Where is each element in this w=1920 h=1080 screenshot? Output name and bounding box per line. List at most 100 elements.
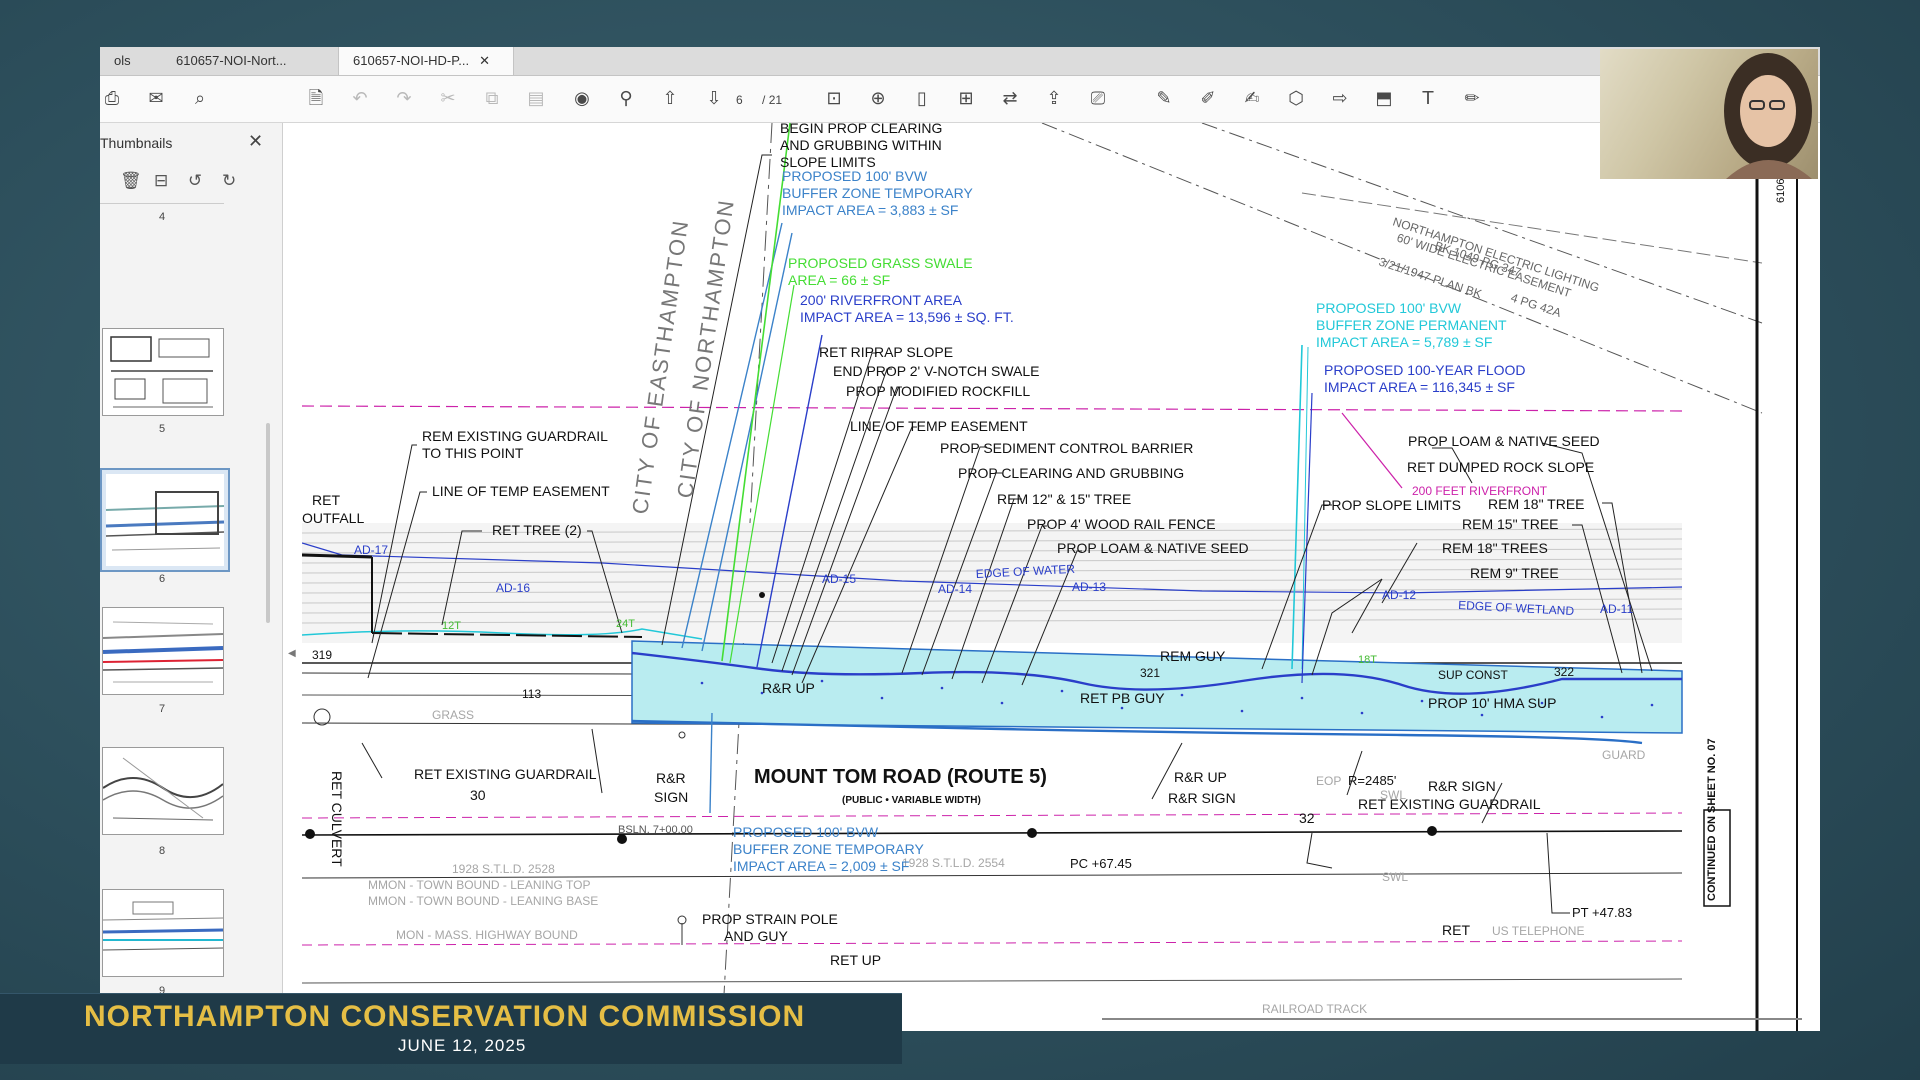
thumbnail-page-6[interactable] [100, 468, 230, 572]
text-box-icon[interactable]: T [1416, 87, 1440, 111]
thumbnail-page-5[interactable] [102, 328, 224, 416]
highlight-icon[interactable]: ✐ [1196, 87, 1220, 111]
site-plan-drawing: CITY OF EASTHAMPTON CITY OF NORTHAMPTON … [302, 123, 1802, 1031]
label-stld: 1928 S.T.L.D. 2528 [452, 862, 555, 876]
close-icon[interactable]: ✕ [479, 53, 490, 68]
snapshot-icon[interactable]: ◉ [570, 87, 594, 111]
thumbnail-number: 7 [158, 703, 166, 715]
thumbnail-page-7[interactable] [102, 607, 224, 695]
panel-title: Thumbnails [100, 135, 173, 151]
next-page-icon[interactable]: ⇩ [702, 87, 726, 111]
utility-pole [305, 829, 315, 839]
actual-size-icon[interactable]: ⊞ [954, 87, 978, 111]
cut-icon[interactable]: ✂ [436, 87, 460, 111]
label-dumped-rock: RET DUMPED ROCK SLOPE [1407, 459, 1594, 475]
redact-icon[interactable]: ⬒ [1372, 87, 1396, 111]
label-flood-impact: PROPOSED 100-YEAR FLOOD [1324, 362, 1526, 378]
label-temp-bvw: BUFFER ZONE TEMPORARY [782, 185, 974, 201]
banner-date: JUNE 12, 2025 [398, 1036, 527, 1055]
label-begin-clearing: BEGIN PROP CLEARING [780, 123, 942, 136]
arrow-icon[interactable]: ⇨ [1328, 87, 1352, 111]
zoom-icon[interactable]: ⊕ [866, 87, 890, 111]
redo-icon[interactable]: ↷ [392, 87, 416, 111]
collapse-panel-icon[interactable]: ◀ [288, 648, 296, 659]
label-riverfront-area: 200' RIVERFRONT AREA [800, 292, 963, 308]
page-current[interactable]: 6 [736, 93, 743, 107]
road-title: MOUNT TOM ROAD (ROUTE 5) [754, 766, 1047, 788]
comment-icon[interactable]: ✎ [1152, 87, 1176, 111]
label-ad: AD-16 [496, 581, 530, 595]
thumbnail-page-9[interactable] [102, 889, 224, 977]
easement-line [1301, 192, 1763, 264]
label-stld: 1928 S.T.L.D. 2554 [902, 856, 1005, 870]
tab-document-1[interactable]: 610657-NOI-Nort... [162, 47, 332, 75]
label-strain-pole: AND GUY [724, 928, 788, 944]
thumbnail-number: 8 [158, 845, 166, 857]
toolbar: ⎙ ✉ ⌕ 🗎 ↶ ↷ ✂ ⧉ ▤ ◉ ⚲ ⇧ ⇩ 6 / 21 ⊡ ⊕ ▯ ⊞… [100, 76, 1820, 123]
close-icon[interactable]: ✕ [248, 131, 263, 152]
page-indicator[interactable]: 6 / 21 [736, 90, 832, 110]
label-ad: AD-17 [354, 543, 388, 557]
extract-icon[interactable]: ⇄ [998, 87, 1022, 111]
tab-tools[interactable]: ols [100, 47, 160, 75]
label-temp-bvw: PROPOSED 100' BVW [782, 168, 928, 184]
label-elevation: 322 [1554, 665, 1574, 679]
label-swl: SWL [1380, 788, 1406, 802]
participant-video [1724, 53, 1812, 179]
label-station: 32 [1299, 810, 1315, 826]
label-grass-swale: PROPOSED GRASS SWALE [788, 255, 973, 271]
label-rem-guardrail: TO THIS POINT [422, 445, 524, 461]
paste-icon[interactable]: ▤ [524, 87, 548, 111]
label-rem-12-15: REM 12" & 15" TREE [997, 491, 1131, 507]
label-ret-guardrail: RET EXISTING GUARDRAIL [414, 766, 597, 782]
email-icon[interactable]: ✉ [144, 87, 168, 111]
zoom-marquee-icon[interactable]: ⊡ [822, 87, 846, 111]
export-icon[interactable]: ⇪ [1042, 87, 1066, 111]
label-rem-guardrail: REM EXISTING GUARDRAIL [422, 428, 608, 444]
delete-icon[interactable]: 🗑 [120, 171, 142, 191]
label-hma-sup: PROP 10' HMA SUP [1428, 695, 1556, 711]
label-monument: MMON - TOWN BOUND - LEANING BASE [368, 894, 598, 908]
label-end-swale: END PROP 2' V-NOTCH SWALE [833, 363, 1040, 379]
label-bvw-lower: BUFFER ZONE TEMPORARY [733, 841, 925, 857]
label-radius: R=2485' [1348, 773, 1396, 788]
edge-line [302, 978, 1683, 984]
label-flood-impact: IMPACT AREA = 116,345 ± SF [1324, 379, 1515, 395]
edit-icon[interactable]: ✏ [1460, 87, 1484, 111]
thumbnails-scrollbar[interactable] [266, 423, 270, 623]
sign-icon[interactable]: ✍ [1240, 87, 1264, 111]
label-rr-sign: R&R SIGN [1428, 778, 1496, 794]
meeting-banner: NORTHAMPTON CONSERVATION COMMISSION JUNE… [0, 993, 902, 1064]
utility-pole [1427, 826, 1437, 836]
label-perm-bvw: IMPACT AREA = 5,789 ± SF [1316, 334, 1492, 350]
label-ret-up: RET UP [830, 952, 881, 968]
extract-pages-icon[interactable]: ⊟ [154, 171, 168, 191]
rotate-left-icon[interactable]: ↺ [188, 171, 202, 191]
label-ret-culvert: RET CULVERT [329, 771, 345, 867]
tab-document-2[interactable]: 610657-NOI-HD-P... ✕ [338, 47, 514, 75]
label-temp-easement: LINE OF TEMP EASEMENT [432, 483, 610, 499]
undo-icon[interactable]: ↶ [348, 87, 372, 111]
find-icon[interactable]: ⚲ [614, 87, 638, 111]
label-rem-18-tree: REM 18" TREE [1488, 496, 1585, 512]
print-setup-icon[interactable]: ⎚ [1086, 87, 1110, 111]
label-ret-outfall: OUTFALL [302, 510, 364, 526]
sign-symbol [678, 731, 686, 739]
rotate-right-icon[interactable]: ↻ [222, 171, 236, 191]
thumbnail-page-8[interactable] [102, 747, 224, 835]
thumbnail-number: 6 [158, 573, 166, 585]
label-railroad: RAILROAD TRACK [1262, 1002, 1367, 1016]
tab-label: ols [114, 53, 131, 68]
search-icon[interactable]: ⌕ [188, 87, 212, 111]
pdf-viewer-window: ols 610657-NOI-Nort... 610657-NOI-HD-P..… [100, 47, 1820, 1031]
stamp-icon[interactable]: ⬡ [1284, 87, 1308, 111]
riverfront-line [302, 405, 1683, 412]
label-rr-sign: R&R SIGN [1168, 790, 1236, 806]
print-icon[interactable]: ⎙ [100, 87, 124, 111]
label-pc: PC +67.45 [1070, 856, 1132, 871]
previous-page-icon[interactable]: ⇧ [658, 87, 682, 111]
fit-page-icon[interactable]: ▯ [910, 87, 934, 111]
label-rr-up: R&R UP [1174, 769, 1227, 785]
copy-icon[interactable]: ⧉ [480, 87, 504, 111]
properties-icon[interactable]: 🗎 [304, 87, 328, 111]
